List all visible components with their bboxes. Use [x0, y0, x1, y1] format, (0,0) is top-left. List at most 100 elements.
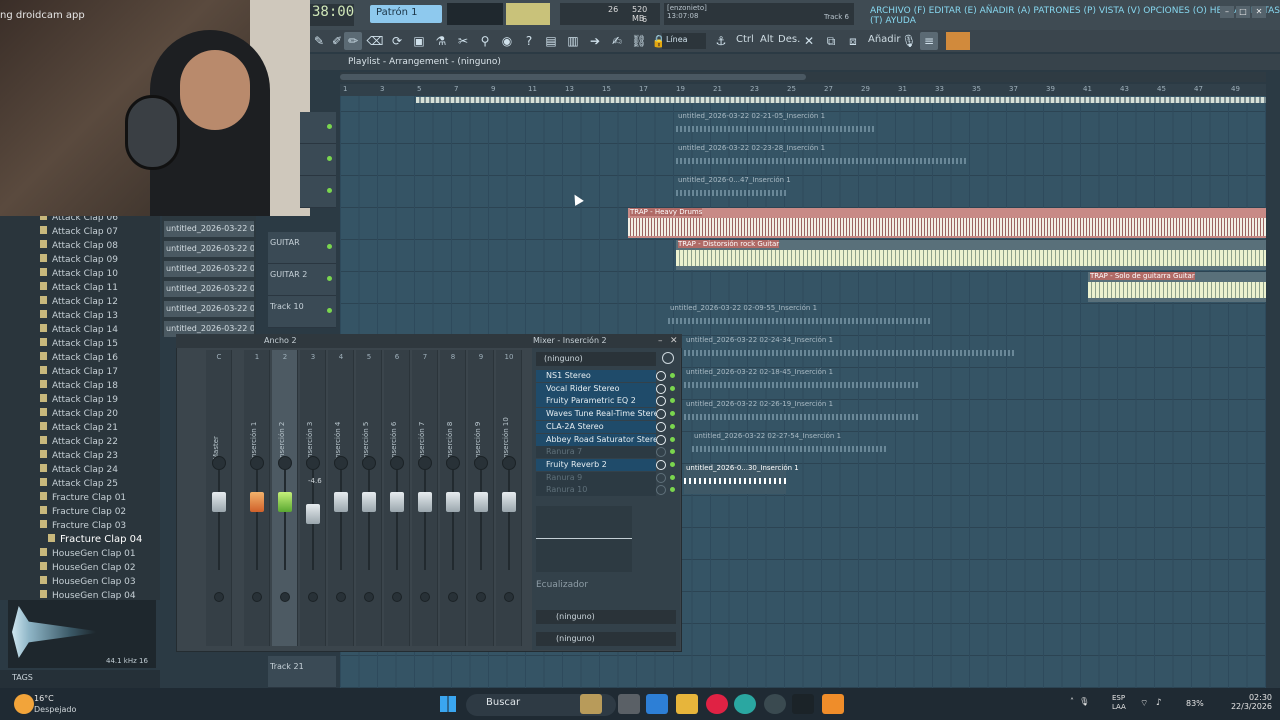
main-menu[interactable]: ARCHIVO (F) EDITAR (E) AÑADIR (A) PATRON…: [870, 6, 1280, 26]
line-mode-select[interactable]: Línea: [662, 33, 706, 49]
track-header-21[interactable]: Track 21: [268, 656, 336, 688]
mixer-close-icon[interactable]: ✕: [670, 336, 678, 346]
mixer-strip[interactable]: 7 Inserción 7: [412, 350, 438, 646]
song-position-clock[interactable]: 38:00: [310, 4, 354, 26]
browser-item[interactable]: Attack Clap 15: [40, 338, 118, 352]
audio-clip[interactable]: untitled_2026-03-22 02-24-34_Inserción 1: [684, 336, 1014, 366]
mixer-strip[interactable]: 4 Inserción 4: [328, 350, 354, 646]
volume-fader[interactable]: [362, 492, 376, 512]
browser-item[interactable]: Fracture Clap 01: [40, 492, 126, 506]
track-header[interactable]: GUITAR: [268, 232, 336, 264]
browser-item[interactable]: Attack Clap 11: [40, 282, 118, 296]
windows-start-icon[interactable]: [440, 696, 456, 712]
task-view-icon[interactable]: [618, 694, 640, 714]
browser-item[interactable]: Attack Clap 06: [40, 216, 118, 226]
fx-slot[interactable]: Fruity Reverb 2: [536, 458, 656, 471]
pan-knob[interactable]: [362, 456, 376, 470]
media-app-icon[interactable]: [706, 694, 728, 714]
pattern-selector[interactable]: Patrón 1: [370, 5, 442, 23]
weather-icon[interactable]: [14, 694, 34, 714]
track-header[interactable]: [300, 144, 336, 176]
mute-tool-icon[interactable]: ⟳: [388, 32, 406, 50]
draw-tool-icon[interactable]: ✎: [310, 32, 328, 50]
paste-icon[interactable]: ⧈: [844, 32, 862, 50]
pan-knob[interactable]: [418, 456, 432, 470]
browser-item[interactable]: Attack Clap 20: [40, 408, 118, 422]
route-knob[interactable]: [420, 592, 430, 602]
browser-item[interactable]: Attack Clap 18: [40, 380, 118, 394]
pattern-clip-guitar[interactable]: TRAP - Distorsión rock Guitar: [676, 240, 1266, 270]
browser-item[interactable]: Attack Clap 17: [40, 366, 118, 380]
fx-enable-led[interactable]: [670, 436, 675, 442]
fx-mix-knob[interactable]: [656, 459, 666, 470]
playlist-title[interactable]: Playlist - Arrangement - (ninguno): [348, 57, 501, 67]
close-icon[interactable]: ✕: [1252, 6, 1266, 18]
browser-item[interactable]: Fracture Clap 02: [40, 506, 126, 520]
volume-fader[interactable]: [390, 492, 404, 512]
fx-mix-knob[interactable]: [656, 371, 666, 381]
maximize-icon[interactable]: □: [1236, 6, 1250, 18]
track-enable-led[interactable]: [327, 276, 332, 281]
route-knob[interactable]: [252, 592, 262, 602]
fx-slot[interactable]: Fruity Parametric EQ 2: [536, 395, 656, 408]
stamp-icon[interactable]: ⚓: [712, 32, 730, 50]
volume-fader[interactable]: [446, 492, 460, 512]
add-button[interactable]: Añadir: [868, 34, 901, 45]
fx-mix-knob[interactable]: [656, 383, 666, 394]
fx-clock-icon[interactable]: [662, 352, 674, 364]
audio-clip[interactable]: untitled_2026-0...30_Inserción 1: [684, 464, 799, 494]
track-enable-led[interactable]: [327, 244, 332, 249]
browser-item[interactable]: Attack Clap 12: [40, 296, 118, 310]
grid-icon[interactable]: ▤: [542, 32, 560, 50]
fx-enable-led[interactable]: [670, 423, 675, 429]
picker-item[interactable]: untitled_2026-03-22 02-...: [164, 261, 254, 277]
mixer-strip[interactable]: 6 Inserción 6: [384, 350, 410, 646]
volume-fader[interactable]: [250, 492, 264, 512]
fl-studio-icon[interactable]: [822, 694, 844, 714]
track-enable-led[interactable]: [327, 156, 332, 161]
store-icon[interactable]: [646, 694, 668, 714]
mixer-strip[interactable]: 8 Inserción 8: [440, 350, 466, 646]
fx-slot[interactable]: Waves Tune Real-Time Stereo: [536, 408, 656, 421]
mixer-minimize-icon[interactable]: –: [658, 336, 663, 346]
volume-fader[interactable]: [474, 492, 488, 512]
volume-fader[interactable]: [212, 492, 226, 512]
picker-item[interactable]: untitled_2026-03-22 02-...: [164, 281, 254, 297]
arrow-right-icon[interactable]: ➔: [586, 32, 604, 50]
fx-slot[interactable]: Abbey Road Saturator Stereo: [536, 433, 656, 446]
pan-knob[interactable]: [306, 456, 320, 470]
system-tray[interactable]: ˄ 🎙: [1070, 697, 1089, 706]
record-toggle-icon[interactable]: [946, 32, 970, 50]
audio-clip[interactable]: untitled_2026-03-22 02-18-45_Inserción 1: [684, 368, 920, 398]
audio-clip[interactable]: untitled_2026-03-22 02-21-05_Inserción 1: [676, 112, 876, 142]
route-knob[interactable]: [336, 592, 346, 602]
output-route-select[interactable]: (ninguno): [536, 632, 676, 646]
ctrl-button[interactable]: Ctrl: [736, 34, 754, 45]
taskbar-clock[interactable]: 02:30 22/3/2026: [1228, 693, 1272, 711]
fx-enable-led[interactable]: [670, 461, 675, 467]
browser-item[interactable]: Attack Clap 21: [40, 422, 118, 436]
browser-item[interactable]: Attack Clap 09: [40, 254, 118, 268]
piano-icon[interactable]: ▥: [564, 32, 582, 50]
brush-tool-icon[interactable]: ✏: [344, 32, 362, 50]
browser-item[interactable]: Attack Clap 19: [40, 394, 118, 408]
fx-slot[interactable]: CLA-2A Stereo: [536, 420, 656, 433]
pan-knob[interactable]: [334, 456, 348, 470]
picker-item[interactable]: untitled_2026-03-22 02-...: [164, 221, 254, 237]
volume-fader[interactable]: [278, 492, 292, 512]
track-enable-led[interactable]: [327, 124, 332, 129]
mixer-strip[interactable]: 1 Inserción 1: [244, 350, 270, 646]
fx-enable-led[interactable]: [670, 385, 675, 391]
track-header[interactable]: GUITAR 2: [268, 264, 336, 296]
browser-item[interactable]: Attack Clap 13: [40, 310, 118, 324]
mixer-strip[interactable]: 2 Inserción 2: [272, 350, 298, 646]
mixer-strip[interactable]: 5 Inserción 5: [356, 350, 382, 646]
volume-fader[interactable]: [418, 492, 432, 512]
fx-slot[interactable]: NS1 Stereo: [536, 370, 656, 382]
track-header[interactable]: Track 10: [268, 296, 336, 328]
track-enable-led[interactable]: [327, 188, 332, 193]
mixer-strip[interactable]: C Master: [206, 350, 232, 646]
audio-clip[interactable]: untitled_2026-03-22 02-26-19_Inserción 1: [684, 400, 920, 430]
browser-item[interactable]: Attack Clap 25: [40, 478, 118, 492]
browser-item[interactable]: Attack Clap 22: [40, 436, 118, 450]
